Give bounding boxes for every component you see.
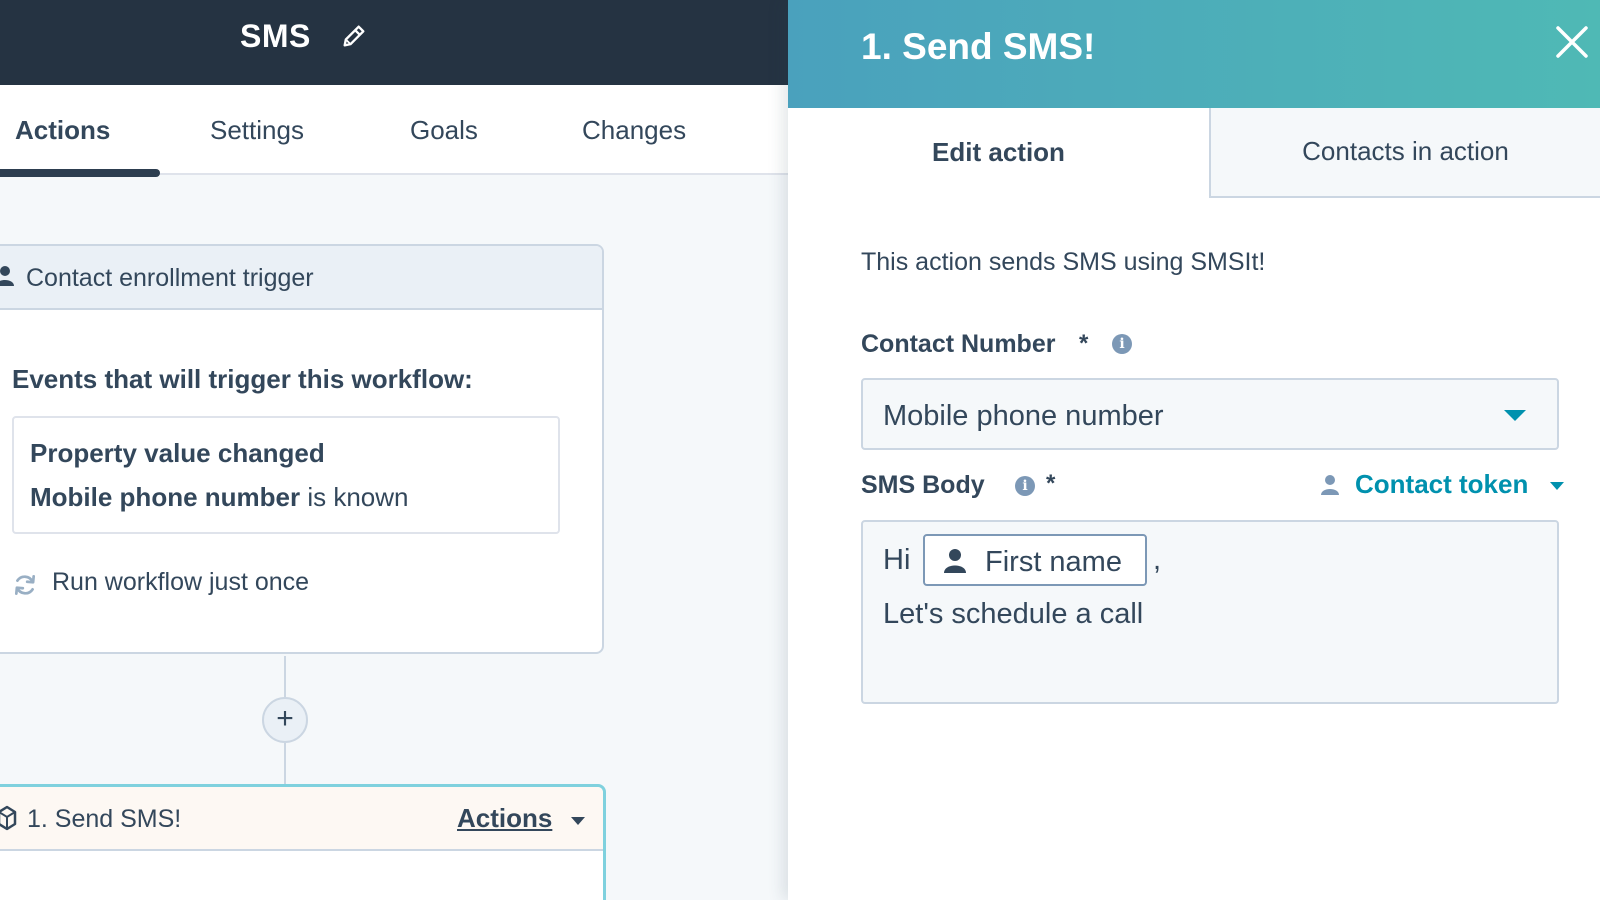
send-sms-action-card[interactable]: 1. Send SMS! Actions: [0, 784, 606, 900]
sms-body-label: SMS Body: [861, 471, 985, 499]
chevron-down-icon: [1504, 410, 1526, 421]
tab-edit-action[interactable]: Edit action: [788, 108, 1209, 198]
tab-actions[interactable]: Actions: [15, 115, 110, 146]
tab-goals[interactable]: Goals: [410, 115, 478, 146]
contact-icon: [944, 549, 966, 573]
chevron-down-icon: [1550, 482, 1564, 490]
panel-tabs: Edit action Contacts in action: [788, 108, 1600, 198]
filter-property: Mobile phone number: [30, 482, 301, 512]
trigger-card-header: Contact enrollment trigger: [0, 246, 602, 310]
sms-body-editor[interactable]: Hi First name , Let's schedule a call: [861, 520, 1559, 704]
required-marker: *: [1046, 470, 1056, 497]
info-icon[interactable]: i: [1112, 334, 1132, 354]
chevron-down-icon[interactable]: [571, 817, 585, 825]
token-chip-label: First name: [985, 546, 1122, 578]
workflow-header: SMS: [0, 0, 788, 85]
contact-number-label: Contact Number: [861, 330, 1056, 358]
workflow-title: SMS: [240, 18, 311, 54]
info-icon[interactable]: i: [1015, 476, 1035, 496]
action-card-header: 1. Send SMS! Actions: [0, 787, 603, 851]
close-icon[interactable]: [1554, 24, 1590, 60]
action-side-panel: 1. Send SMS! Edit action Contacts in act…: [788, 0, 1600, 900]
contact-icon: [1321, 475, 1339, 495]
sms-greeting-text: Hi: [883, 544, 911, 576]
panel-title: 1. Send SMS!: [861, 26, 1096, 67]
filter-operator: is known: [307, 482, 409, 512]
tab-settings[interactable]: Settings: [210, 115, 304, 146]
cube-icon: [0, 805, 17, 831]
action-card-title: 1. Send SMS!: [27, 805, 182, 833]
tab-changes[interactable]: Changes: [582, 115, 686, 146]
tab-contacts-in-action[interactable]: Contacts in action: [1209, 108, 1600, 198]
first-name-token-chip[interactable]: First name: [923, 534, 1147, 586]
enrollment-trigger-card[interactable]: Contact enrollment trigger Events that w…: [0, 244, 604, 654]
required-marker: *: [1079, 330, 1089, 357]
contact-icon: [0, 266, 14, 286]
contact-token-label: Contact token: [1355, 469, 1529, 499]
workflow-tabs: Actions Settings Goals Changes: [0, 85, 788, 177]
sms-comma-text: ,: [1153, 544, 1162, 576]
rerun-setting: Run workflow just once: [52, 568, 310, 596]
contact-number-value: Mobile phone number: [883, 400, 1164, 432]
workflow-editor: SMS Actions Settings Goals Changes Conta…: [0, 0, 788, 900]
active-tab-indicator: [0, 169, 160, 177]
contact-number-select[interactable]: Mobile phone number: [861, 378, 1559, 450]
filter-condition: Mobile phone number is known: [30, 482, 409, 513]
connector-line: [284, 743, 286, 786]
action-description: This action sends SMS using SMSIt!: [861, 248, 1266, 276]
pencil-icon[interactable]: [340, 22, 368, 50]
panel-header: 1. Send SMS!: [788, 0, 1600, 108]
sms-body-line2: Let's schedule a call: [883, 598, 1144, 630]
add-action-button[interactable]: +: [262, 697, 308, 743]
trigger-filter[interactable]: Property value changed Mobile phone numb…: [12, 416, 560, 534]
filter-type: Property value changed: [30, 438, 325, 468]
connector-line: [284, 656, 286, 697]
events-heading: Events that will trigger this workflow:: [12, 364, 473, 394]
trigger-card-title: Contact enrollment trigger: [26, 264, 314, 292]
refresh-icon: [14, 574, 36, 596]
action-menu-link[interactable]: Actions: [457, 803, 552, 834]
